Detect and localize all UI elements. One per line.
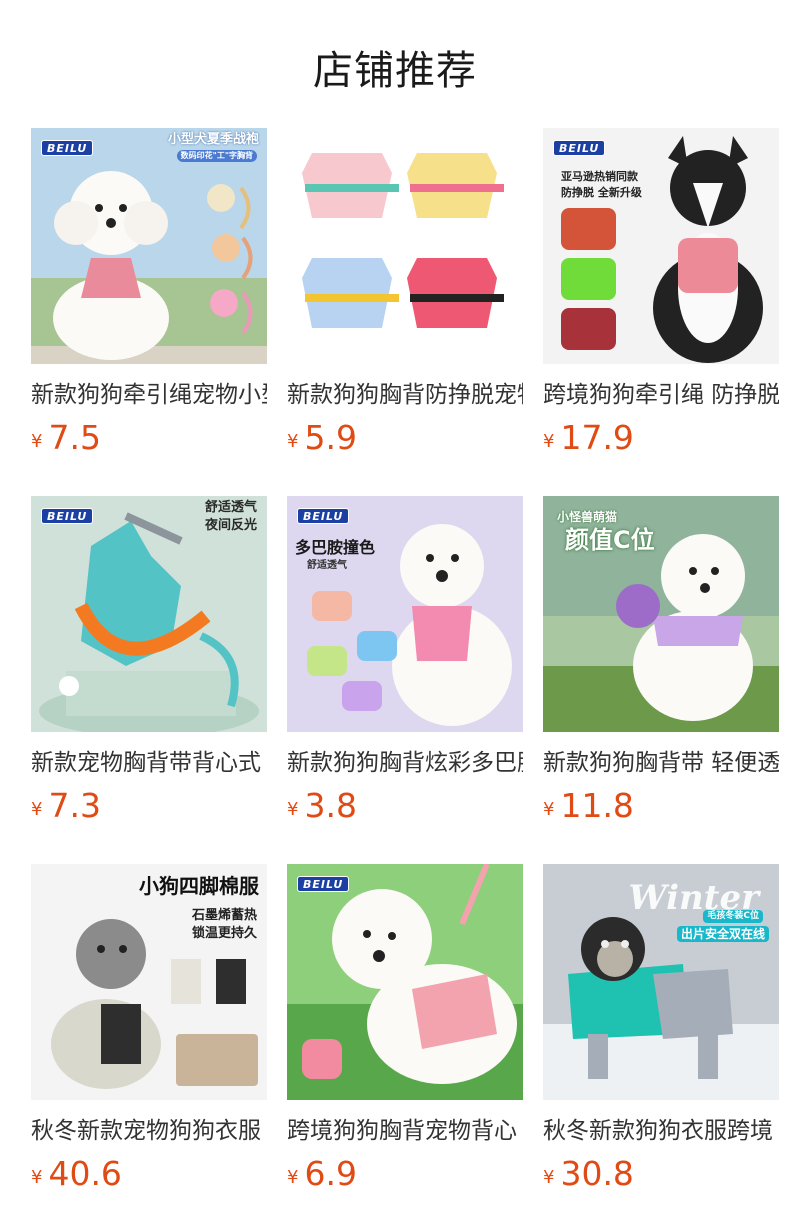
- image-caption: 小型犬夏季战袍: [167, 132, 259, 147]
- product-price: ¥17.9: [543, 418, 634, 458]
- brand-badge: BEILU: [297, 876, 350, 892]
- brand-badge: BEILU: [41, 508, 94, 524]
- price-value: 3.8: [304, 786, 357, 825]
- price-value: 7.3: [48, 786, 101, 825]
- product-image[interactable]: BEILU 小型犬夏季战袍 数码印花"工"字胸背: [31, 128, 267, 364]
- currency-symbol: ¥: [287, 431, 299, 452]
- image-caption: 颜值C位: [565, 526, 655, 554]
- product-name[interactable]: 跨境狗狗牵引绳 防挣脱: [543, 378, 779, 412]
- currency-symbol: ¥: [543, 431, 555, 452]
- image-caption: 锁温更持久: [191, 926, 257, 941]
- image-caption: 夜间反光: [204, 518, 257, 533]
- price-value: 7.5: [48, 418, 101, 457]
- price-value: 40.6: [48, 1154, 122, 1193]
- product-image[interactable]: BEILU 多巴胺撞色 舒适透气: [287, 496, 523, 732]
- currency-symbol: ¥: [31, 799, 43, 820]
- currency-symbol: ¥: [543, 1167, 555, 1188]
- price-value: 30.8: [560, 1154, 634, 1193]
- product-card[interactable]: BEILU 小型犬夏季战袍 数码印花"工"字胸背 新款狗狗牵引绳宠物小型犬 ¥7…: [31, 128, 267, 496]
- product-card[interactable]: 小狗四脚棉服 石墨烯蓄热 锁温更持久 秋冬新款宠物狗狗衣服 ¥40.6: [31, 864, 267, 1232]
- image-caption: 舒适透气: [307, 560, 347, 571]
- price-value: 17.9: [560, 418, 634, 457]
- price-value: 6.9: [304, 1154, 357, 1193]
- product-image[interactable]: Winter 毛孩冬装C位 出片安全双在线: [543, 864, 779, 1100]
- product-card[interactable]: BEILU 亚马逊热销同款 防挣脱 全新升级 跨境狗狗牵引绳 防挣脱 ¥17.9: [543, 128, 779, 496]
- product-image[interactable]: BEILU 亚马逊热销同款 防挣脱 全新升级: [543, 128, 779, 364]
- product-image[interactable]: BEILU 舒适透气 夜间反光: [31, 496, 267, 732]
- product-image[interactable]: [287, 128, 523, 364]
- currency-symbol: ¥: [287, 799, 299, 820]
- price-value: 5.9: [304, 418, 357, 457]
- product-name[interactable]: 新款狗狗牵引绳宠物小型犬: [31, 378, 267, 412]
- product-image[interactable]: 小狗四脚棉服 石墨烯蓄热 锁温更持久: [31, 864, 267, 1100]
- image-caption: 小怪兽萌猫: [557, 510, 618, 524]
- product-name[interactable]: 跨境狗狗胸背宠物背心: [287, 1114, 523, 1148]
- product-price: ¥7.5: [31, 418, 101, 458]
- image-caption: 毛孩冬装C位: [703, 910, 763, 923]
- currency-symbol: ¥: [31, 1167, 43, 1188]
- currency-symbol: ¥: [287, 1167, 299, 1188]
- product-name[interactable]: 新款狗狗胸背防挣脱宠物: [287, 378, 523, 412]
- product-price: ¥30.8: [543, 1154, 634, 1194]
- product-grid: BEILU 小型犬夏季战袍 数码印花"工"字胸背 新款狗狗牵引绳宠物小型犬 ¥7…: [31, 128, 790, 1228]
- price-value: 11.8: [560, 786, 634, 825]
- image-caption: 小狗四脚棉服: [139, 874, 259, 898]
- currency-symbol: ¥: [31, 431, 43, 452]
- product-price: ¥40.6: [31, 1154, 122, 1194]
- product-card[interactable]: 小怪兽萌猫 颜值C位 新款狗狗胸背带 轻便透气 ¥11.8: [543, 496, 779, 864]
- product-price: ¥7.3: [31, 786, 101, 826]
- product-card[interactable]: BEILU 舒适透气 夜间反光 新款宠物胸背带背心式 ¥7.3: [31, 496, 267, 864]
- image-caption: 防挣脱 全新升级: [561, 186, 642, 199]
- product-image[interactable]: BEILU: [287, 864, 523, 1100]
- product-price: ¥3.8: [287, 786, 357, 826]
- image-caption: 亚马逊热销同款: [561, 170, 638, 183]
- image-caption: 多巴胺撞色: [295, 538, 376, 557]
- product-name[interactable]: 秋冬新款狗狗衣服跨境: [543, 1114, 779, 1148]
- product-card[interactable]: BEILU 多巴胺撞色 舒适透气 新款狗狗胸背炫彩多巴胺 ¥3.8: [287, 496, 523, 864]
- product-price: ¥5.9: [287, 418, 357, 458]
- product-name[interactable]: 秋冬新款宠物狗狗衣服: [31, 1114, 267, 1148]
- product-card[interactable]: BEILU 跨境狗狗胸背宠物背心 ¥6.9: [287, 864, 523, 1232]
- product-name[interactable]: 新款宠物胸背带背心式: [31, 746, 267, 780]
- product-name[interactable]: 新款狗狗胸背炫彩多巴胺: [287, 746, 523, 780]
- image-caption: 出片安全双在线: [676, 926, 769, 943]
- product-price: ¥6.9: [287, 1154, 357, 1194]
- brand-badge: BEILU: [553, 140, 606, 156]
- brand-badge: BEILU: [297, 508, 350, 524]
- product-card[interactable]: 新款狗狗胸背防挣脱宠物 ¥5.9: [287, 128, 523, 496]
- page-title: 店铺推荐: [313, 48, 477, 94]
- image-caption: 数码印花"工"字胸背: [176, 150, 257, 162]
- product-price: ¥11.8: [543, 786, 634, 826]
- image-caption: 石墨烯蓄热: [191, 908, 257, 923]
- product-name[interactable]: 新款狗狗胸背带 轻便透气: [543, 746, 779, 780]
- currency-symbol: ¥: [543, 799, 555, 820]
- image-caption: 舒适透气: [204, 500, 257, 515]
- product-card[interactable]: Winter 毛孩冬装C位 出片安全双在线 秋冬新款狗狗衣服跨境 ¥30.8: [543, 864, 779, 1232]
- product-image[interactable]: 小怪兽萌猫 颜值C位: [543, 496, 779, 732]
- brand-badge: BEILU: [41, 140, 94, 156]
